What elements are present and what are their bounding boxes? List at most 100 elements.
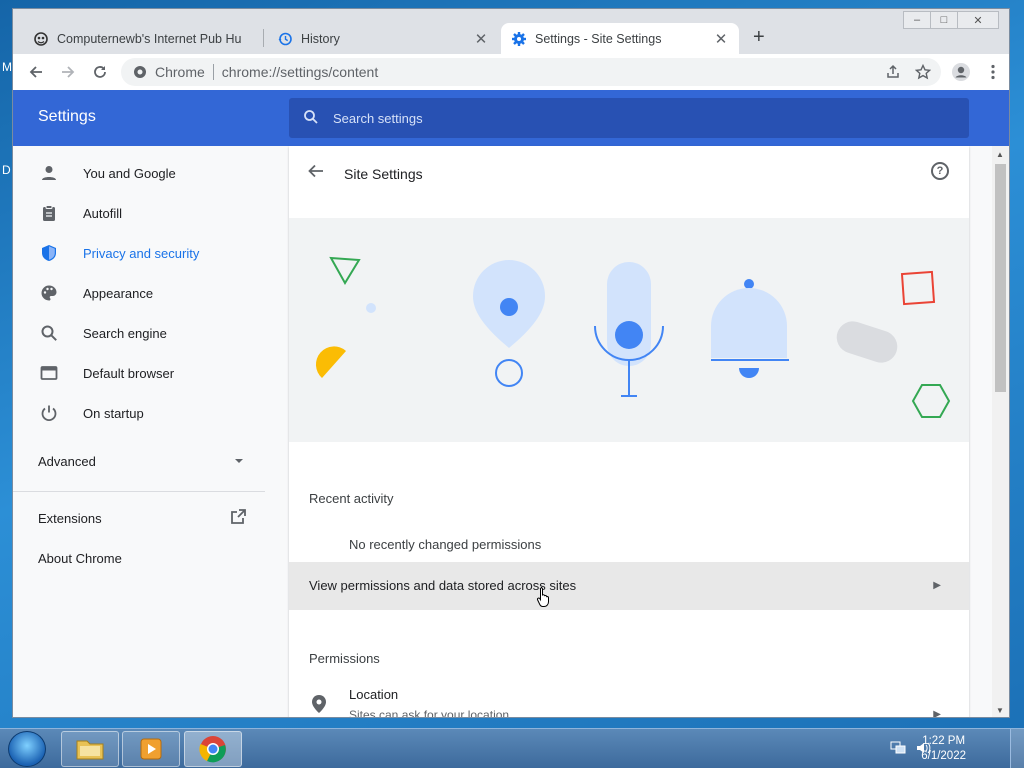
palette-icon [39, 284, 59, 302]
minimize-button[interactable]: – [903, 11, 931, 29]
sidebar-item-label: Appearance [83, 285, 154, 301]
page-scrollbar[interactable]: ▲ ▼ [992, 146, 1009, 717]
location-label: Location [349, 687, 399, 702]
sidebar-item-label: Extensions [38, 510, 102, 526]
tab-separator [263, 29, 264, 47]
browser-window-icon [39, 364, 59, 382]
desktop-icon-label: M [2, 60, 12, 74]
avatar-icon [952, 63, 970, 81]
sidebar-item-you-and-google[interactable]: You and Google [13, 153, 287, 193]
omnibox-actions [885, 64, 931, 80]
window-controls: – □ ✕ [903, 11, 999, 29]
browser-window: Computernewb's Internet Pub Hu History ✕… [12, 8, 1010, 718]
permissions-heading: Permissions [309, 651, 380, 666]
history-icon [277, 31, 293, 47]
help-icon[interactable]: ? [931, 162, 949, 180]
tab-title: Computernewb's Internet Pub Hu [57, 31, 242, 46]
tab-settings[interactable]: Settings - Site Settings ✕ [501, 23, 739, 54]
sidebar-item-about-chrome[interactable]: About Chrome [13, 538, 287, 578]
search-icon [303, 109, 319, 128]
site-info[interactable]: Chrome [133, 64, 205, 80]
arrow-right-icon: ▶ [933, 580, 941, 591]
tab-history[interactable]: History ✕ [267, 23, 499, 54]
location-pin-icon [312, 695, 326, 717]
person-icon [39, 164, 59, 182]
tab-title: History [301, 31, 340, 46]
system-clock[interactable]: 1:22 PM 6/1/2022 [921, 734, 966, 764]
open-in-new-icon [229, 508, 247, 529]
sidebar-item-label: On startup [83, 405, 144, 421]
desktop-icon-label: D [2, 163, 11, 177]
taskbar-media-player-button[interactable] [122, 731, 180, 767]
close-window-button[interactable]: ✕ [957, 11, 999, 29]
maximize-button[interactable]: □ [930, 11, 958, 29]
sidebar-item-label: You and Google [83, 165, 176, 181]
toolbar-right [945, 56, 1009, 88]
sidebar-item-label: Default browser [83, 365, 175, 381]
settings-sidebar: You and Google Autofill Privacy and secu… [13, 146, 287, 717]
sidebar-item-extensions[interactable]: Extensions [13, 498, 287, 538]
view-permissions-row[interactable]: View permissions and data stored across … [289, 562, 969, 610]
taskbar: 1:22 PM 6/1/2022 [0, 728, 1024, 768]
scroll-up-arrow-icon[interactable]: ▲ [996, 150, 1004, 159]
folder-icon [76, 740, 104, 760]
arrow-right-icon [62, 66, 75, 78]
browser-toolbar: Chrome chrome://settings/content [13, 54, 1009, 90]
half-circle-shape [315, 346, 346, 378]
sidebar-advanced-toggle[interactable]: Advanced [13, 441, 287, 481]
site-settings-illustration [289, 218, 969, 442]
location-description: Sites can ask for your location [349, 708, 510, 718]
tab-close-icon[interactable]: ✕ [713, 30, 729, 48]
reload-button[interactable] [84, 56, 116, 88]
arrow-right-icon: ▶ [933, 709, 941, 718]
taskbar-chrome-button[interactable] [184, 731, 242, 767]
search-settings-input[interactable]: Search settings [289, 98, 969, 138]
hand-cursor-icon [536, 586, 552, 613]
tab-close-icon[interactable]: ✕ [473, 30, 489, 48]
arrow-left-icon [29, 66, 42, 78]
scroll-down-arrow-icon[interactable]: ▼ [996, 706, 1004, 715]
clock-date: 6/1/2022 [921, 750, 966, 762]
clipboard-icon [39, 204, 59, 222]
share-icon[interactable] [885, 64, 901, 80]
network-icon[interactable] [890, 741, 906, 758]
shield-icon [39, 244, 59, 262]
profile-button[interactable] [945, 56, 977, 88]
gear-icon [511, 31, 527, 47]
sidebar-item-label: Search engine [83, 325, 167, 341]
kebab-menu-icon [991, 64, 995, 80]
sidebar-item-appearance[interactable]: Appearance [13, 273, 287, 313]
sidebar-item-default-browser[interactable]: Default browser [13, 353, 287, 393]
sidebar-item-on-startup[interactable]: On startup [13, 393, 287, 433]
new-tab-button[interactable]: + [753, 26, 765, 49]
show-desktop-button[interactable] [1010, 729, 1024, 768]
back-button[interactable] [20, 56, 52, 88]
site-settings-card: Site Settings ? Recent activity No recen… [289, 146, 969, 718]
settings-header: Settings Search settings [13, 90, 1009, 146]
sidebar-advanced-label: Advanced [38, 453, 96, 469]
scroll-thumb[interactable] [995, 164, 1006, 392]
forward-button[interactable] [52, 56, 84, 88]
settings-title: Settings [38, 108, 96, 125]
settings-page: Settings Search settings You and Google … [13, 90, 1009, 718]
square-shape [900, 270, 936, 306]
sidebar-item-autofill[interactable]: Autofill [13, 193, 287, 233]
page-title: Site Settings [344, 166, 423, 182]
back-arrow-button[interactable] [307, 162, 325, 185]
site-label: Chrome [155, 64, 205, 80]
chevron-down-icon [234, 454, 244, 469]
bookmark-star-icon[interactable] [915, 64, 931, 80]
address-bar[interactable]: Chrome chrome://settings/content [121, 58, 941, 86]
arrow-left-icon [308, 164, 323, 178]
taskbar-explorer-button[interactable] [61, 731, 119, 767]
sidebar-item-privacy-and-security[interactable]: Privacy and security [13, 233, 287, 273]
tab-favicon-icon [33, 31, 49, 47]
tab-pub-hub[interactable]: Computernewb's Internet Pub Hu [23, 23, 267, 54]
sidebar-item-search-engine[interactable]: Search engine [13, 313, 287, 353]
start-button[interactable] [8, 731, 46, 767]
triangle-shape [329, 256, 361, 285]
recent-activity-heading: Recent activity [309, 491, 394, 506]
media-player-icon [140, 738, 162, 760]
chrome-icon [134, 66, 146, 78]
menu-button[interactable] [977, 56, 1009, 88]
